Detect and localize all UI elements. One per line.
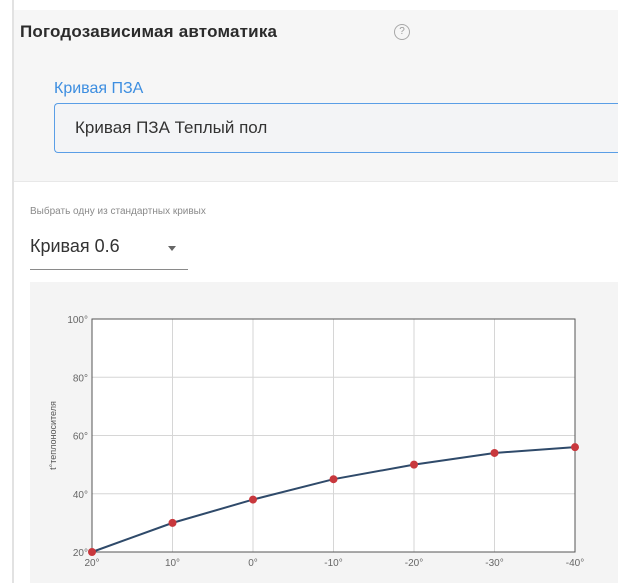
data-point (329, 475, 338, 484)
data-point (168, 518, 177, 527)
x-tick-label: 10° (165, 558, 180, 569)
y-tick-label: 40° (73, 490, 88, 501)
y-axis-label: t°теплоносителя (48, 401, 58, 470)
curve-chart: 20° 40° 60° 80° 100° 20° 10° 0° -10° -20° -30° -40°… (30, 282, 618, 583)
x-tick-label: -30° (485, 558, 503, 569)
y-tick-label: 80° (73, 373, 88, 384)
page-title: Погодозависимая автоматика (20, 22, 278, 41)
data-point (490, 448, 499, 457)
preset-hint: Выбрать одну из стандартных кривых (30, 206, 206, 217)
data-point (410, 460, 418, 469)
data-point (88, 548, 96, 556)
help-circle-icon[interactable]: ? (394, 24, 410, 40)
section-divider (14, 181, 618, 182)
data-point (249, 495, 257, 504)
data-point (571, 443, 579, 452)
preset-curve-dropdown[interactable]: Кривая 0.6 (30, 233, 188, 270)
x-tick-label: -10° (324, 558, 342, 569)
y-tick-label: 100° (67, 315, 88, 326)
curve-chart-svg: 20°40°60°80°100°20° 10° 0° -10° -20° -30° -40°… (48, 315, 584, 569)
x-tick-label: 20° (84, 558, 99, 569)
y-tick-label: 60° (73, 432, 88, 443)
preset-curve-value: Кривая 0.6 (30, 236, 120, 256)
x-tick-label: -20° (405, 558, 423, 569)
x-tick-label: 0° (248, 558, 258, 569)
x-tick-label: -40° (566, 558, 584, 569)
caret-down-icon (168, 246, 176, 251)
curve-name-input[interactable]: Кривая ПЗА Теплый пол (54, 103, 618, 153)
curve-field-label: Кривая ПЗА (54, 80, 144, 97)
